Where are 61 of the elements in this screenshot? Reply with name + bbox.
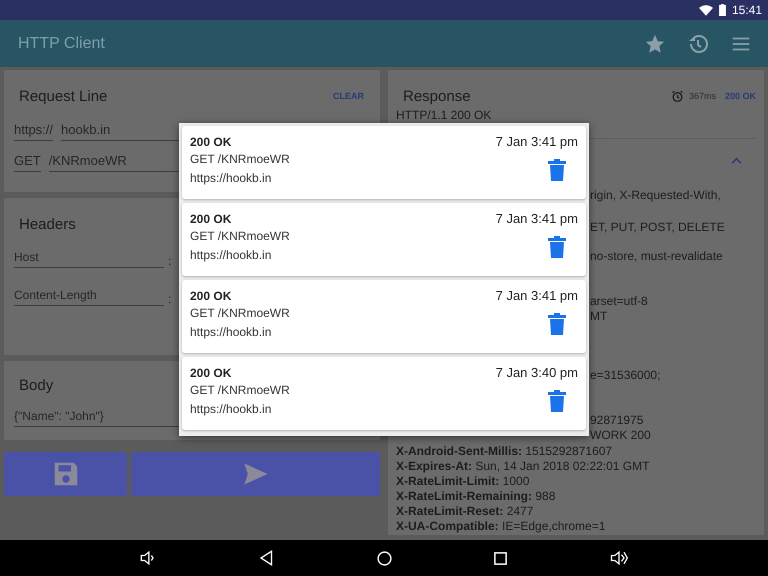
- card-title: Body: [19, 376, 54, 394]
- scheme-field[interactable]: https://: [14, 122, 54, 141]
- entry-status: 200 OK: [190, 365, 232, 381]
- header-line: WORK 200: [590, 428, 652, 443]
- header-line: X-RateLimit-Reset: 2477: [396, 504, 534, 519]
- header-line: X-RateLimit-Limit: 1000: [396, 474, 530, 489]
- entry-url: https://hookb.in: [190, 170, 272, 187]
- star-icon[interactable]: [644, 32, 666, 54]
- header-line: e=31536000;: [590, 368, 662, 383]
- home-icon[interactable]: [376, 550, 393, 566]
- header-line: 92871975: [590, 413, 644, 428]
- header-name-field[interactable]: Content-Length: [14, 288, 164, 306]
- header-line: X-Android-Sent-Millis: 1515292871607: [396, 444, 614, 459]
- clear-button[interactable]: CLEAR: [327, 91, 370, 101]
- response-duration: 367ms: [688, 91, 716, 101]
- response-status: 200 OK: [724, 91, 756, 101]
- history-entry[interactable]: 200 OK GET /KNRmoeWR https://hookb.in 7 Jan 3:41 pm: [182, 280, 586, 353]
- app-title: HTTP Client: [18, 34, 105, 52]
- header-separator: :: [168, 254, 172, 268]
- entry-date: 7 Jan 3:41 pm: [496, 134, 578, 149]
- alarm-clock-icon: [670, 90, 684, 102]
- method-field[interactable]: GET: [14, 153, 41, 172]
- header-name-field[interactable]: Host: [14, 250, 164, 268]
- trash-icon[interactable]: [548, 313, 566, 335]
- header-line: ET, PUT, POST, DELETE: [590, 220, 726, 235]
- entry-status: 200 OK: [190, 134, 232, 150]
- card-title: Request Line: [19, 88, 108, 104]
- status-line: HTTP/1.1 200 OK: [396, 109, 492, 122]
- trash-icon[interactable]: [548, 236, 566, 258]
- entry-url: https://hookb.in: [190, 324, 272, 341]
- recents-icon[interactable]: [493, 550, 508, 566]
- trash-icon[interactable]: [548, 159, 566, 181]
- clock-time: 15:41: [732, 3, 762, 17]
- card-title: Headers: [19, 216, 76, 232]
- header-line: no-store, must-revalidate: [590, 249, 724, 264]
- entry-request: GET /KNRmoeWR: [190, 151, 290, 168]
- history-entry[interactable]: 200 OK GET /KNRmoeWR https://hookb.in 7 Jan 3:41 pm: [182, 126, 586, 199]
- history-entry[interactable]: 200 OK GET /KNRmoeWR https://hookb.in 7 Jan 3:41 pm: [182, 203, 586, 276]
- history-entry[interactable]: 200 OK GET /KNRmoeWR https://hookb.in 7 Jan 3:40 pm: [182, 357, 586, 430]
- header-line: X-UA-Compatible: IE=Edge,chrome=1: [396, 519, 606, 534]
- header-line: MT: [590, 309, 608, 324]
- trash-icon[interactable]: [548, 390, 566, 412]
- header-line: rigin, X-Requested-With,: [590, 188, 722, 203]
- entry-date: 7 Jan 3:41 pm: [496, 211, 578, 226]
- entry-request: GET /KNRmoeWR: [190, 382, 290, 399]
- header-line: arset=utf-8: [590, 294, 649, 309]
- wifi-icon: [698, 4, 713, 16]
- entry-date: 7 Jan 3:40 pm: [496, 365, 578, 380]
- header-line: X-Expires-At: Sun, 14 Jan 2018 02:22:01 GMT: [396, 459, 650, 474]
- entry-request: GET /KNRmoeWR: [190, 228, 290, 245]
- entry-request: GET /KNRmoeWR: [190, 305, 290, 322]
- entry-status: 200 OK: [190, 288, 232, 304]
- entry-status: 200 OK: [190, 211, 232, 227]
- header-separator: :: [168, 292, 172, 306]
- volume-up-icon[interactable]: [608, 548, 630, 568]
- entry-url: https://hookb.in: [190, 401, 272, 418]
- header-line: X-RateLimit-Remaining: 988: [396, 489, 556, 504]
- battery-icon: [718, 4, 726, 16]
- entry-url: https://hookb.in: [190, 247, 272, 264]
- entry-date: 7 Jan 3:41 pm: [496, 288, 578, 303]
- card-title: Response: [403, 88, 471, 104]
